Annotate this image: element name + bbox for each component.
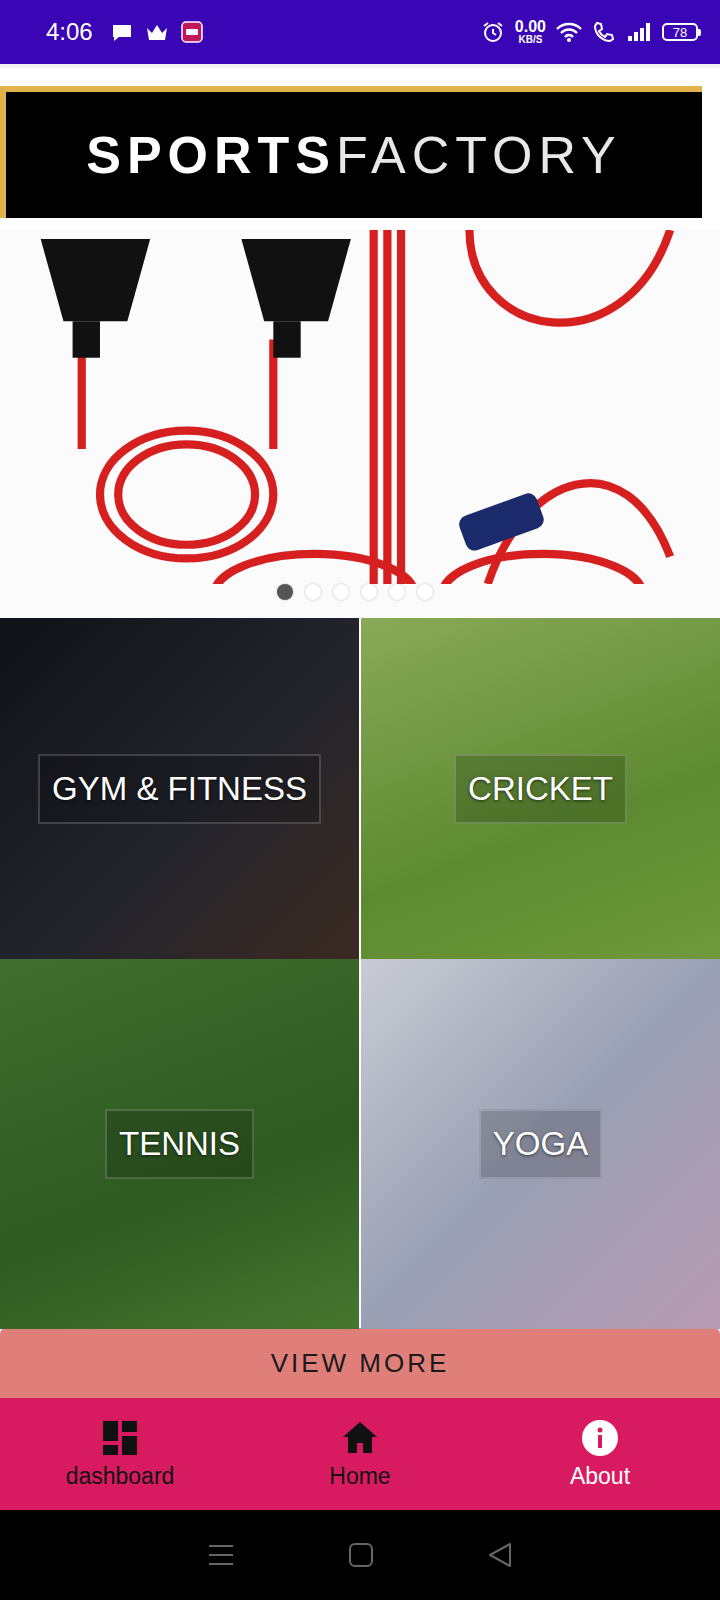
battery-icon: 78 bbox=[662, 23, 698, 41]
category-tile[interactable]: GYM & FITNESS bbox=[0, 618, 359, 959]
call-icon bbox=[592, 20, 616, 44]
carousel-dots bbox=[0, 584, 720, 618]
home-icon bbox=[341, 1419, 379, 1457]
system-icons: 0.00KB/S 78 bbox=[481, 19, 698, 45]
nav-label: Home bbox=[329, 1463, 390, 1490]
logo-light: FACTORY bbox=[336, 125, 622, 185]
info-icon bbox=[581, 1419, 619, 1457]
status-time: 4:06 bbox=[46, 18, 93, 46]
carousel-dot[interactable] bbox=[389, 584, 405, 600]
net-speed-value: 0.00 bbox=[515, 19, 546, 35]
dashboard-icon bbox=[101, 1419, 139, 1457]
category-tile[interactable]: YOGA bbox=[361, 959, 720, 1329]
system-navigation bbox=[0, 1510, 720, 1600]
carousel-dot[interactable] bbox=[333, 584, 349, 600]
carousel-dot[interactable] bbox=[417, 584, 433, 600]
carousel-dot[interactable] bbox=[305, 584, 321, 600]
category-label: GYM & FITNESS bbox=[38, 754, 321, 824]
logo-banner: SPORTSFACTORY bbox=[0, 64, 720, 230]
nav-item[interactable]: About bbox=[480, 1398, 720, 1510]
category-label: CRICKET bbox=[454, 754, 627, 824]
crown-icon bbox=[145, 22, 169, 42]
nav-item[interactable]: Home bbox=[240, 1398, 480, 1510]
battery-level: 78 bbox=[673, 25, 687, 40]
back-icon[interactable] bbox=[487, 1542, 513, 1568]
chat-icon bbox=[111, 21, 133, 43]
home-button-icon[interactable] bbox=[348, 1542, 374, 1568]
nav-item[interactable]: dashboard bbox=[0, 1398, 240, 1510]
logo: SPORTSFACTORY bbox=[0, 86, 702, 218]
nav-label: dashboard bbox=[66, 1463, 175, 1490]
view-more-button[interactable]: VIEW MORE bbox=[0, 1328, 720, 1398]
menu-icon[interactable] bbox=[207, 1542, 235, 1568]
image-carousel[interactable] bbox=[0, 230, 720, 618]
category-label: TENNIS bbox=[105, 1109, 254, 1179]
signal-icon bbox=[626, 21, 652, 43]
net-speed: 0.00KB/S bbox=[515, 19, 546, 45]
status-bar: 4:06 0.00KB/S 78 bbox=[0, 0, 720, 64]
app-icon bbox=[181, 21, 203, 43]
carousel-image bbox=[0, 230, 720, 584]
category-tile[interactable]: TENNIS bbox=[0, 959, 359, 1329]
wifi-icon bbox=[556, 21, 582, 43]
logo-bold: SPORTS bbox=[86, 125, 336, 185]
carousel-dot[interactable] bbox=[277, 584, 293, 600]
category-label: YOGA bbox=[479, 1109, 602, 1179]
category-grid: GYM & FITNESS CRICKET TENNIS YOGA bbox=[0, 618, 720, 1329]
nav-label: About bbox=[570, 1463, 630, 1490]
alarm-icon bbox=[481, 20, 505, 44]
bottom-navigation: dashboard Home About bbox=[0, 1398, 720, 1510]
net-speed-unit: KB/S bbox=[518, 35, 542, 45]
carousel-dot[interactable] bbox=[361, 584, 377, 600]
category-tile[interactable]: CRICKET bbox=[361, 618, 720, 959]
notification-icons bbox=[111, 21, 203, 43]
